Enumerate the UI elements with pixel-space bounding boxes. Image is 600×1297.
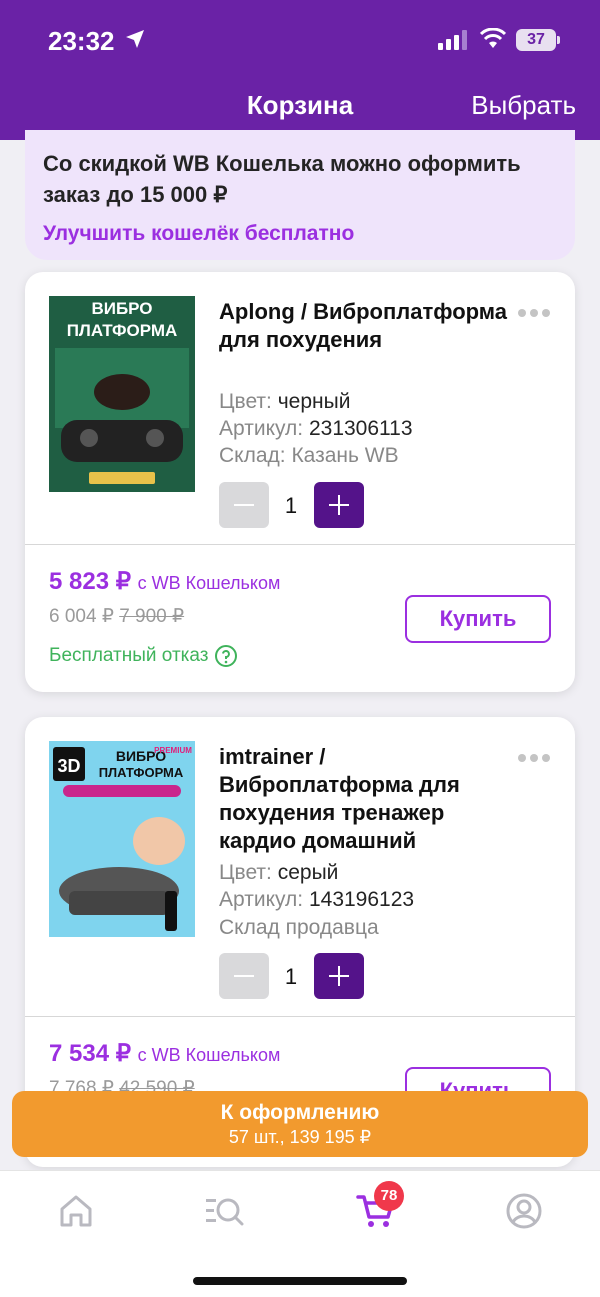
battery-level: 37 [516, 29, 556, 51]
wallet-promo-banner: Со скидкой WB Кошелька можно оформить за… [25, 130, 575, 260]
profile-icon[interactable] [504, 1191, 544, 1231]
battery-tip [557, 36, 560, 44]
card-divider [25, 544, 575, 545]
color-value: серый [277, 861, 339, 884]
wifi-icon [480, 28, 506, 48]
article-label: Артикул: [219, 417, 304, 440]
decrease-quantity-button[interactable] [219, 953, 269, 999]
free-return-info: Бесплатный отказ [49, 644, 238, 668]
increase-quantity-button[interactable] [314, 482, 364, 528]
product-title[interactable]: imtrainer / Виброплатформа для похудения… [219, 743, 519, 855]
price-without-wallet: 6 004 ₽ [49, 606, 114, 627]
article-value: 231306113 [308, 417, 413, 440]
card-divider [25, 1016, 575, 1017]
price-value: 5 823 ₽ [49, 568, 131, 595]
battery-indicator: 37 [516, 29, 560, 51]
product-warehouse: Склад: Казань WB [219, 444, 399, 468]
price-with-wallet: 5 823 ₽ с WB Кошельком [49, 567, 280, 596]
product-image[interactable]: ВИБРО ПЛАТФОРМА [49, 296, 195, 492]
image-label-1: ВИБРО [91, 299, 152, 318]
cart-item: ВИБРО ПЛАТФОРМА Aplong / Виброплатформа … [25, 272, 575, 692]
home-indicator [193, 1277, 407, 1285]
price-suffix: с WB Кошельком [137, 1045, 281, 1065]
image-label-2: ПЛАТФОРМА [67, 321, 178, 340]
color-value: черный [277, 390, 351, 413]
quantity-value: 1 [284, 964, 298, 989]
image-badge: 3D [57, 756, 80, 776]
more-options-icon[interactable] [517, 753, 551, 763]
checkout-summary: 57 шт., 139 195 ₽ [228, 1127, 372, 1147]
select-button[interactable]: Выбрать [471, 90, 576, 121]
free-return-label: Бесплатный отказ [49, 645, 209, 667]
home-icon[interactable] [56, 1191, 96, 1231]
color-label: Цвет: [219, 861, 272, 884]
header: 23:32 37 Корзина Выбрать [0, 0, 600, 140]
help-circle-icon[interactable] [214, 644, 238, 668]
wallet-promo-text: Со скидкой WB Кошелька можно оформить за… [43, 151, 521, 207]
image-tag: PREMIUM [154, 746, 192, 755]
checkout-button[interactable]: К оформлению 57 шт., 139 195 ₽ [12, 1091, 588, 1157]
product-color: Цвет: черный [219, 390, 350, 414]
image-label-2: ПЛАТФОРМА [99, 765, 184, 780]
price-value: 7 534 ₽ [49, 1040, 131, 1067]
more-options-icon[interactable] [517, 308, 551, 318]
product-image[interactable]: 3D ВИБРО ПЛАТФОРМА PREMIUM [49, 741, 195, 937]
warehouse-value: Казань WB [291, 444, 399, 467]
checkout-title: К оформлению [220, 1101, 380, 1124]
product-article: Артикул: 143196123 [219, 888, 414, 912]
location-arrow-icon [126, 30, 144, 48]
decrease-quantity-button[interactable] [219, 482, 269, 528]
catalog-search-icon[interactable] [204, 1191, 244, 1231]
buy-button[interactable]: Купить [405, 595, 551, 643]
article-value: 143196123 [308, 888, 415, 911]
article-label: Артикул: [219, 888, 304, 911]
product-title[interactable]: Aplong / Виброплатформа для похудения [219, 298, 519, 354]
quantity-value: 1 [284, 493, 298, 518]
status-time: 23:32 [48, 26, 115, 56]
cart-count-badge: 78 [374, 1181, 404, 1211]
product-article: Артикул: 231306113 [219, 417, 413, 441]
price-with-wallet: 7 534 ₽ с WB Кошельком [49, 1039, 280, 1068]
warehouse-label: Склад: [219, 444, 286, 467]
product-color: Цвет: серый [219, 861, 338, 885]
product-warehouse: Склад продавца [219, 916, 379, 939]
old-prices: 6 004 ₽ 7 900 ₽ [49, 605, 184, 628]
cart-screen: 23:32 37 Корзина Выбрать Со скидкой WB К… [0, 0, 600, 1297]
increase-quantity-button[interactable] [314, 953, 364, 999]
price-suffix: с WB Кошельком [137, 573, 281, 593]
original-price: 7 900 ₽ [119, 606, 185, 627]
upgrade-wallet-link[interactable]: Улучшить кошелёк бесплатно [43, 222, 557, 246]
status-bar: 23:32 37 [0, 0, 600, 80]
color-label: Цвет: [219, 390, 272, 413]
cellular-signal-icon [438, 30, 467, 50]
